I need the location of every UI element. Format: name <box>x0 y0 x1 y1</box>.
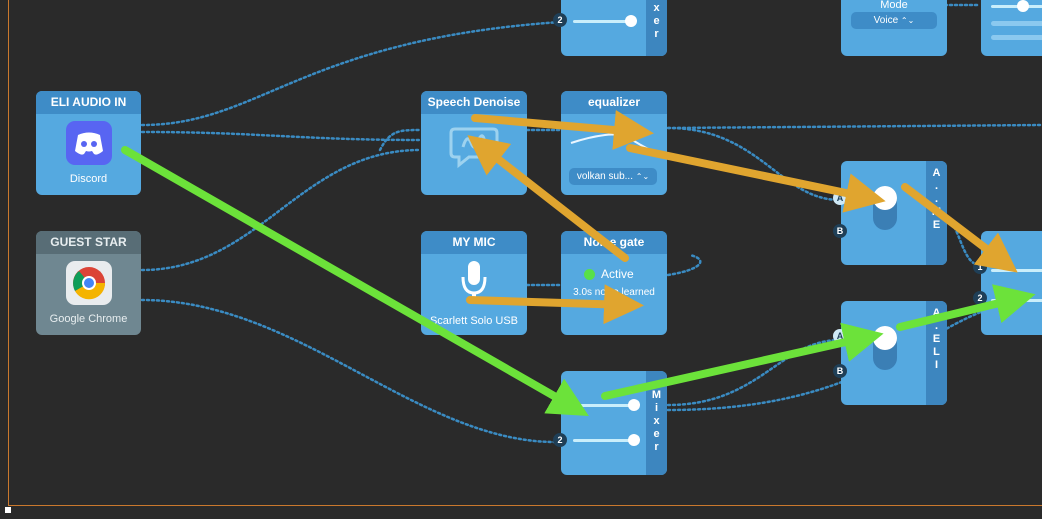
annotation-arrows-layer <box>121 110 1036 416</box>
orange-arrow <box>466 284 644 325</box>
orange-arrow <box>471 110 654 150</box>
green-arrow <box>896 284 1036 331</box>
green-arrow <box>601 322 884 400</box>
orange-arrow <box>467 135 629 262</box>
orange-arrow <box>626 144 886 213</box>
green-arrow <box>121 146 589 416</box>
audio-graph-canvas[interactable]: ELI AUDIO IN Discord GUEST STAR Google C… <box>0 0 1042 519</box>
canvas-resize-handle[interactable] <box>5 507 11 513</box>
orange-arrow <box>901 183 1018 273</box>
canvas-border-bottom <box>8 505 1042 506</box>
canvas-border-left <box>8 0 9 505</box>
